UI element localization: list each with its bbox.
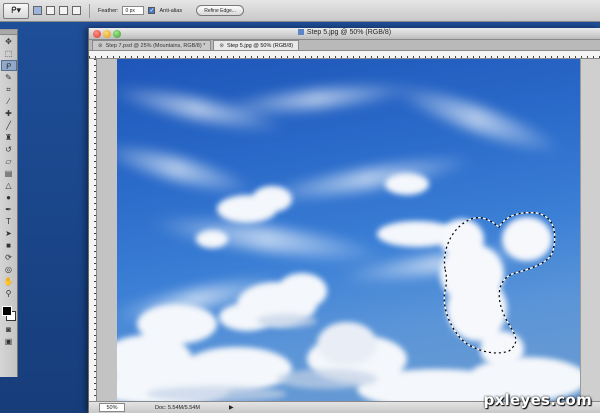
tab-step-7[interactable]: ⊗ Step 7.psd @ 25% (Mountains, RGB/8) * (92, 40, 212, 50)
subtract-selection-mode-button[interactable] (59, 6, 68, 15)
healing-brush-tool-icon[interactable]: ✚ (1, 108, 17, 119)
history-brush-tool-icon[interactable]: ↺ (1, 144, 17, 155)
tool-list: ✥ ⬚ ᑭ ✎ ⌗ ⁄ ✚ ╱ ♜ ↺ ▱ ▤ △ ● ✒ T ➤ ■ ⟳ ◎ ✋ ⚲ (0, 36, 17, 299)
new-selection-mode-button[interactable] (33, 6, 42, 15)
tab-label: Step 5.jpg @ 50% (RGB/8) (226, 43, 294, 49)
watermark-text: pxleyes.com (483, 391, 592, 409)
clone-stamp-tool-icon[interactable]: ♜ (1, 132, 17, 143)
screen-mode-icon[interactable]: ▣ (1, 336, 17, 347)
document-icon (297, 29, 304, 35)
tools-panel-grip[interactable] (0, 30, 17, 35)
feather-input[interactable]: 0 px (122, 6, 145, 15)
eraser-tool-icon[interactable]: ▱ (1, 156, 17, 167)
tool-preset-picker[interactable]: ᑭ▾ (3, 2, 29, 19)
close-tab-icon[interactable]: ⊗ (98, 43, 103, 49)
pen-tool-icon[interactable]: ✒ (1, 204, 17, 215)
antialias-label: Anti-alias (159, 7, 183, 14)
options-separator (89, 3, 90, 18)
lasso-tool-icon[interactable]: ᑭ (0, 60, 17, 71)
sky-image[interactable] (117, 59, 581, 401)
quick-selection-tool-icon[interactable]: ✎ (1, 72, 17, 83)
document-titlebar[interactable]: Step 5.jpg @ 50% (RGB/8) (89, 28, 600, 40)
blur-tool-icon[interactable]: △ (1, 180, 17, 191)
intersect-selection-mode-button[interactable] (72, 6, 81, 15)
document-window: Step 5.jpg @ 50% (RGB/8) ⊗ Step 7.psd @ 2… (88, 28, 600, 413)
options-bar: ᑭ▾ Feather: 0 px ✓ Anti-alias Refine Edg… (0, 0, 600, 22)
3d-orbit-tool-icon[interactable]: ◎ (1, 264, 17, 275)
document-tabs: ⊗ Step 7.psd @ 25% (Mountains, RGB/8) * ⊗… (89, 40, 600, 51)
vertical-scrollbar[interactable] (580, 59, 600, 401)
zoom-level-field[interactable]: 50% (99, 403, 125, 412)
crop-tool-icon[interactable]: ⌗ (1, 84, 17, 95)
zoom-tool-icon[interactable]: ⚲ (1, 288, 17, 299)
add-selection-mode-button[interactable] (46, 6, 55, 15)
refine-edge-button[interactable]: Refine Edge... (196, 5, 245, 16)
status-menu-arrow-icon[interactable]: ▶ (229, 404, 234, 411)
close-tab-icon[interactable]: ⊗ (219, 43, 224, 49)
horizontal-ruler[interactable] (89, 51, 600, 59)
antialias-checkbox[interactable]: ✓ (148, 7, 156, 14)
foreground-color-swatch[interactable] (1, 306, 12, 316)
move-tool-icon[interactable]: ✥ (1, 36, 17, 47)
eyedropper-tool-icon[interactable]: ⁄ (1, 96, 17, 107)
document-size-info: Doc: 5.54M/5.54M (155, 404, 200, 411)
feather-label: Feather: (98, 7, 119, 14)
hand-tool-icon[interactable]: ✋ (1, 276, 17, 287)
lasso-icon: ᑭ▾ (10, 5, 22, 15)
vertical-ruler[interactable] (89, 59, 97, 401)
tab-step-5[interactable]: ⊗ Step 5.jpg @ 50% (RGB/8) (213, 40, 300, 50)
tab-label: Step 7.psd @ 25% (Mountains, RGB/8) * (105, 43, 206, 49)
marquee-tool-icon[interactable]: ⬚ (1, 48, 17, 59)
brush-tool-icon[interactable]: ╱ (1, 120, 17, 131)
color-swatches (1, 305, 17, 323)
canvas-area[interactable] (97, 59, 581, 401)
type-tool-icon[interactable]: T (1, 216, 17, 227)
3d-rotate-tool-icon[interactable]: ⟳ (1, 252, 17, 263)
quick-mask-icon[interactable]: ◙ (1, 324, 17, 335)
path-selection-tool-icon[interactable]: ➤ (1, 228, 17, 239)
tools-panel: ✥ ⬚ ᑭ ✎ ⌗ ⁄ ✚ ╱ ♜ ↺ ▱ ▤ △ ● ✒ T ➤ ■ ⟳ ◎ ✋ ⚲ ◙ ▣ (0, 29, 18, 377)
gradient-tool-icon[interactable]: ▤ (1, 168, 17, 179)
dodge-tool-icon[interactable]: ● (1, 192, 17, 203)
sky-clouds-graphic (117, 85, 581, 401)
document-title-text: Step 5.jpg @ 50% (RGB/8) (306, 29, 392, 36)
shape-tool-icon[interactable]: ■ (1, 240, 17, 251)
document-title: Step 5.jpg @ 50% (RGB/8) (89, 29, 600, 36)
